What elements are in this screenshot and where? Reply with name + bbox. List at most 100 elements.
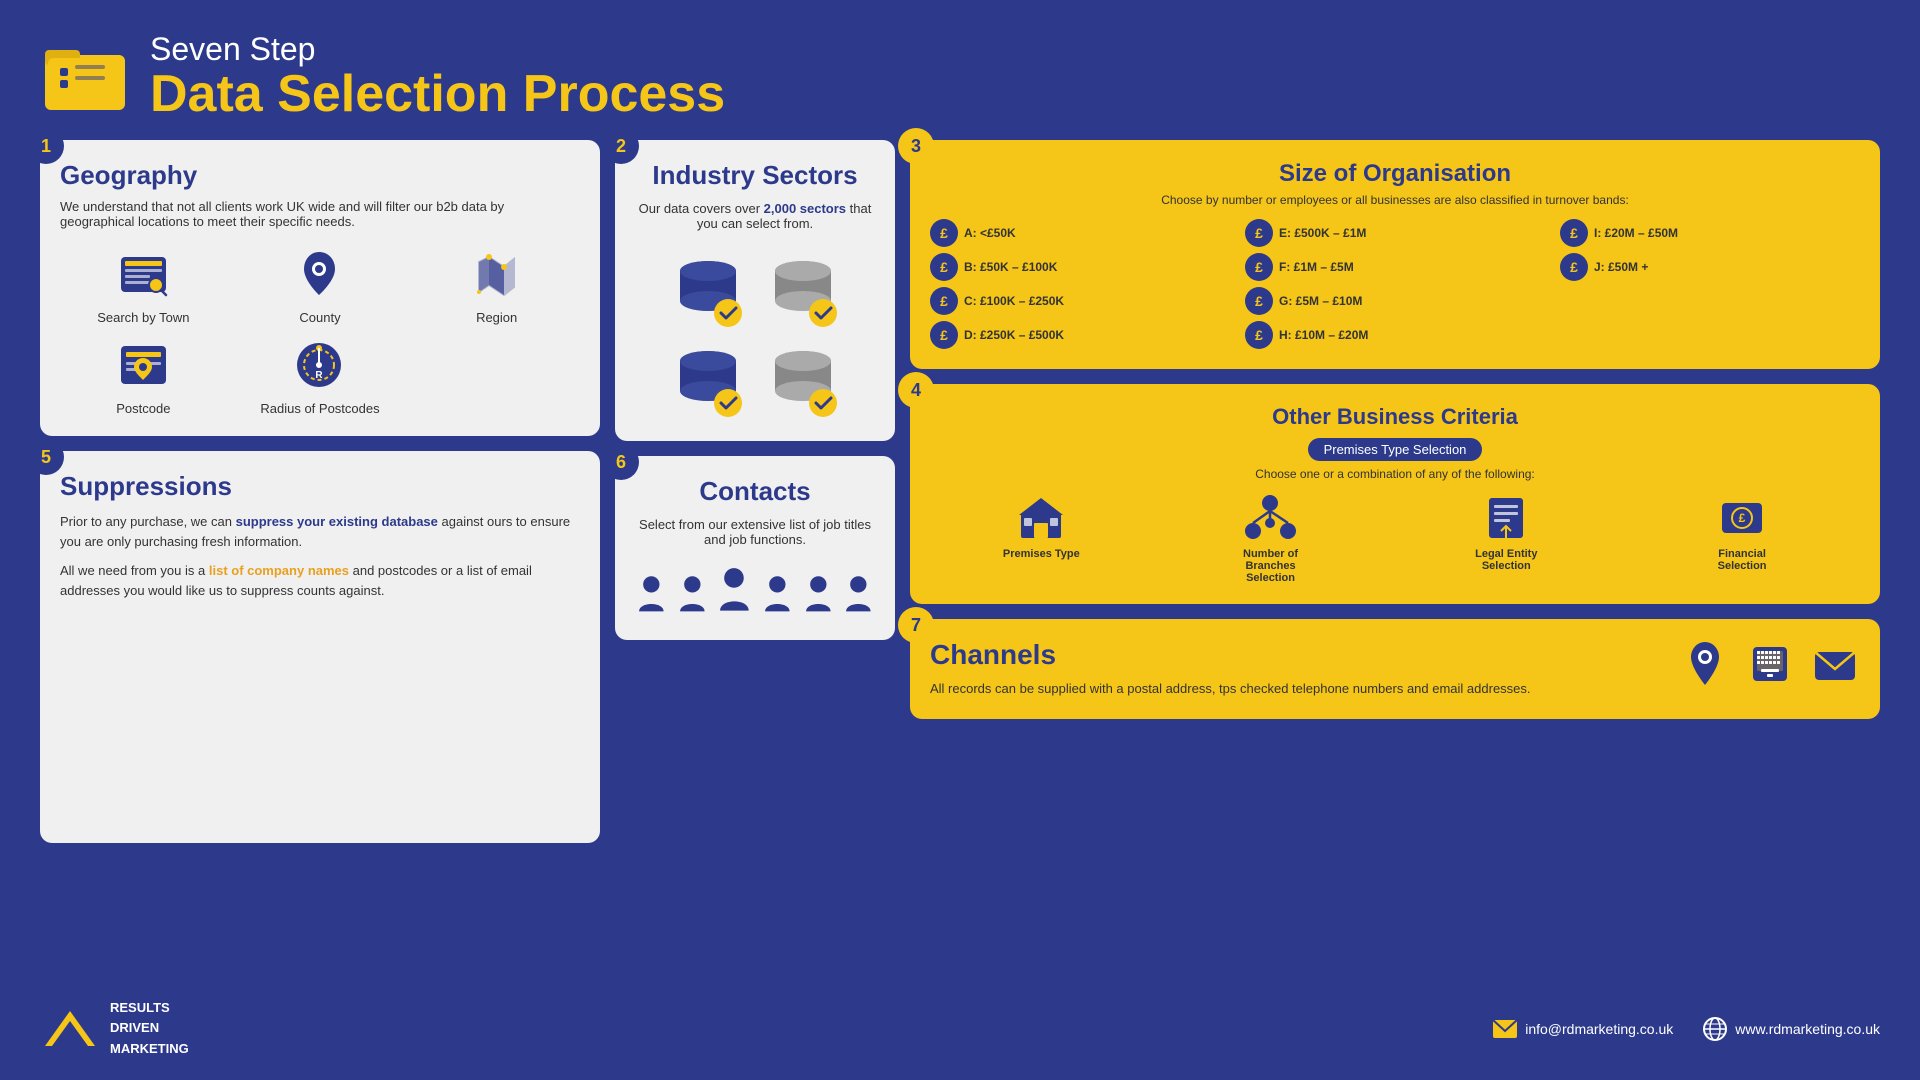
step2-number: 2 bbox=[603, 128, 639, 164]
legal-entity-item: Legal Entity Selection bbox=[1461, 493, 1551, 572]
contacts-card: 6 Contacts Select from our extensive lis… bbox=[615, 456, 895, 640]
people-icons bbox=[635, 562, 875, 620]
geography-card: 1 Geography We understand that not all c… bbox=[40, 140, 600, 436]
contacts-title: Contacts bbox=[635, 476, 875, 507]
region-item: Region bbox=[413, 244, 580, 325]
band-a: £ A: <£50K bbox=[930, 219, 1230, 247]
footer-website: www.rdmarketing.co.uk bbox=[1703, 1017, 1880, 1041]
channels-card: 7 Channels All records can be supplied w… bbox=[910, 619, 1880, 719]
pound-icon-i: £ bbox=[1560, 219, 1588, 247]
branches-item: Number of Branches Selection bbox=[1226, 493, 1316, 584]
business-icons: Premises Type Number of bbox=[930, 493, 1860, 584]
header-icon bbox=[40, 30, 130, 120]
step7-number: 7 bbox=[898, 607, 934, 643]
person-icon-5 bbox=[842, 570, 875, 620]
person-icon-4 bbox=[802, 570, 835, 620]
header-subtitle: Seven Step bbox=[150, 31, 725, 68]
geography-title: Geography bbox=[60, 160, 580, 191]
channels-description: All records can be supplied with a posta… bbox=[930, 679, 1660, 699]
radius-of-postcodes-icon: R bbox=[290, 335, 350, 395]
band-e: £ E: £500K – £1M bbox=[1245, 219, 1545, 247]
channels-icons bbox=[1680, 639, 1860, 689]
region-label: Region bbox=[476, 310, 517, 325]
pound-icon-h: £ bbox=[1245, 321, 1273, 349]
database-icon-2 bbox=[763, 251, 843, 331]
business-subtitle: Choose one or a combination of any of th… bbox=[930, 467, 1860, 481]
badge-container: Premises Type Selection bbox=[930, 438, 1860, 467]
step1-number: 1 bbox=[28, 128, 64, 164]
svg-text:£: £ bbox=[1739, 511, 1746, 525]
pound-icon-e: £ bbox=[1245, 219, 1273, 247]
county-item: County bbox=[237, 244, 404, 325]
footer: RESULTS DRIVEN MARKETING info@rdmarketin… bbox=[40, 998, 1880, 1060]
industry-title: Industry Sectors bbox=[635, 160, 875, 191]
phone-icon bbox=[1745, 639, 1795, 689]
band-g-label: G: £5M – £10M bbox=[1279, 294, 1362, 308]
person-icon-3 bbox=[761, 570, 794, 620]
band-c: £ C: £100K – £250K bbox=[930, 287, 1230, 315]
geography-description: We understand that not all clients work … bbox=[60, 199, 580, 229]
band-j-label: J: £50M + bbox=[1594, 260, 1648, 274]
search-by-town-item: Search by Town bbox=[60, 244, 227, 325]
financial-item: £ Financial Selection bbox=[1697, 493, 1787, 572]
branches-label: Number of Branches Selection bbox=[1226, 548, 1316, 584]
financial-label: Financial Selection bbox=[1697, 548, 1787, 572]
pound-icon-b: £ bbox=[930, 253, 958, 281]
county-label: County bbox=[299, 310, 340, 325]
band-b-label: B: £50K – £100K bbox=[964, 260, 1057, 274]
channels-text: Channels All records can be supplied wit… bbox=[930, 639, 1660, 699]
band-g: £ G: £5M – £10M bbox=[1245, 287, 1545, 315]
suppressions-card: 5 Suppressions Prior to any purchase, we… bbox=[40, 451, 600, 843]
step6-number: 6 bbox=[603, 444, 639, 480]
header-text: Seven Step Data Selection Process bbox=[150, 31, 725, 120]
band-i-label: I: £20M – £50M bbox=[1594, 226, 1678, 240]
band-a-label: A: <£50K bbox=[964, 226, 1016, 240]
band-d-label: D: £250K – £500K bbox=[964, 328, 1064, 342]
database-icon-4 bbox=[763, 341, 843, 421]
contacts-description: Select from our extensive list of job ti… bbox=[635, 517, 875, 547]
footer-logo: RESULTS DRIVEN MARKETING bbox=[40, 998, 189, 1060]
email-footer-icon bbox=[1493, 1020, 1517, 1038]
location-icon bbox=[1680, 639, 1730, 689]
band-j: £ J: £50M + bbox=[1560, 253, 1860, 281]
pound-icon-j: £ bbox=[1560, 253, 1588, 281]
postcode-item: Postcode bbox=[60, 335, 227, 416]
size-title: Size of Organisation bbox=[930, 160, 1860, 188]
band-f-label: F: £1M – £5M bbox=[1279, 260, 1354, 274]
band-d: £ D: £250K – £500K bbox=[930, 321, 1230, 349]
db-row-2 bbox=[668, 341, 843, 421]
person-icon-2 bbox=[676, 570, 709, 620]
header-title: Data Selection Process bbox=[150, 68, 725, 120]
band-i: £ I: £20M – £50M bbox=[1560, 219, 1860, 247]
band-h: £ H: £10M – £20M bbox=[1245, 321, 1545, 349]
band-empty1 bbox=[1560, 287, 1860, 315]
band-empty2 bbox=[1560, 321, 1860, 349]
premises-type-item: Premises Type bbox=[1003, 493, 1080, 560]
business-title: Other Business Criteria bbox=[930, 404, 1860, 430]
database-icons bbox=[635, 251, 875, 421]
industry-card: 2 Industry Sectors Our data covers over … bbox=[615, 140, 895, 441]
database-icon-3 bbox=[668, 341, 748, 421]
legal-entity-icon bbox=[1481, 493, 1531, 543]
suppressions-para1: Prior to any purchase, we can suppress y… bbox=[60, 512, 580, 551]
svg-text:R: R bbox=[316, 370, 324, 381]
size-subtitle: Choose by number or employees or all bus… bbox=[930, 193, 1860, 207]
footer-logo-text: RESULTS DRIVEN MARKETING bbox=[110, 998, 189, 1060]
premises-badge: Premises Type Selection bbox=[1308, 438, 1483, 461]
step3-number: 3 bbox=[898, 128, 934, 164]
financial-icon: £ bbox=[1717, 493, 1767, 543]
footer-website-text: www.rdmarketing.co.uk bbox=[1735, 1021, 1880, 1037]
footer-email-text: info@rdmarketing.co.uk bbox=[1525, 1021, 1673, 1037]
band-h-label: H: £10M – £20M bbox=[1279, 328, 1368, 342]
branches-icon bbox=[1243, 493, 1298, 543]
pound-icon-d: £ bbox=[930, 321, 958, 349]
band-c-label: C: £100K – £250K bbox=[964, 294, 1064, 308]
step5-number: 5 bbox=[28, 439, 64, 475]
premises-type-icon bbox=[1016, 493, 1066, 543]
band-e-label: E: £500K – £1M bbox=[1279, 226, 1366, 240]
pound-icon-a: £ bbox=[930, 219, 958, 247]
database-icon-1 bbox=[668, 251, 748, 331]
suppressions-title: Suppressions bbox=[60, 471, 580, 502]
header: Seven Step Data Selection Process bbox=[40, 30, 1880, 120]
premises-type-label: Premises Type bbox=[1003, 548, 1080, 560]
